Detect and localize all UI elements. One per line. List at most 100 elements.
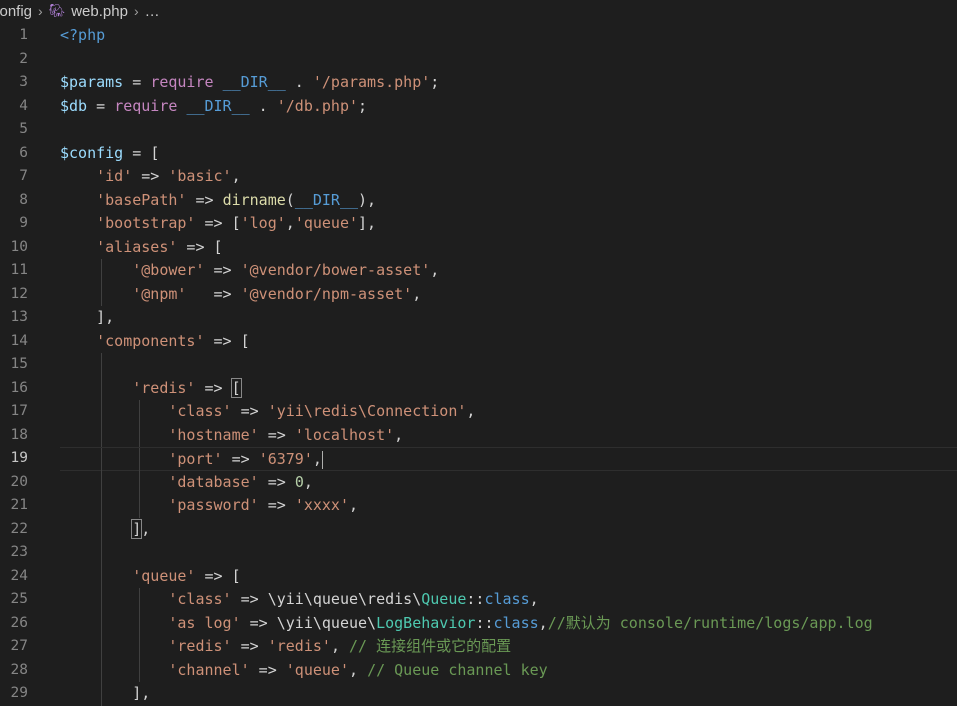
code-line[interactable]: 10 'aliases' => [	[0, 236, 957, 260]
code-line[interactable]: 3 $params = require __DIR__ . '/params.ph…	[0, 71, 957, 95]
breadcrumb-file-web-php[interactable]: web.php	[71, 3, 128, 20]
code-token: '/params.php'	[312, 73, 431, 91]
code-token: ;	[430, 73, 440, 91]
code-token: $params	[60, 73, 124, 91]
code-line[interactable]: 17 'class' => 'yii\redis\Connection',	[0, 400, 957, 424]
code-token: =>	[195, 566, 232, 585]
code-token: ::	[475, 613, 494, 632]
code-line[interactable]: 26 'as log' => \yii\queue\LogBehavior::c…	[0, 611, 957, 635]
code-text: '@npm' => '@vendor/npm-asset',	[60, 283, 421, 307]
chevron-right-icon: ›	[38, 3, 43, 19]
code-line[interactable]: 2	[0, 48, 957, 72]
code-area: 'class' => 'yii\redis\Connection',	[60, 400, 957, 424]
code-token: ,	[394, 425, 404, 444]
line-number: 18	[10, 426, 28, 443]
code-text: 'class' => \yii\queue\redis\Queue::class…	[60, 588, 539, 612]
code-token: 'aliases'	[96, 237, 178, 256]
code-line[interactable]: 8 'basePath' => dirname(__DIR__),	[0, 189, 957, 213]
code-editor[interactable]: 1 <?php 2 3 $params = require __DIR__ . '/pa…	[0, 24, 957, 706]
code-token: ,	[529, 590, 539, 608]
code-area: 'password' => 'xxxx',	[60, 494, 957, 518]
code-line[interactable]: 5	[0, 118, 957, 142]
line-number: 4	[19, 97, 28, 114]
code-line[interactable]: 20 'database' => 0,	[0, 470, 957, 494]
code-text: 'basePath' => dirname(__DIR__),	[60, 189, 376, 213]
code-area: 'as log' => \yii\queue\LogBehavior::clas…	[60, 611, 957, 635]
code-line[interactable]: 7 'id' => 'basic',	[0, 165, 957, 189]
code-area	[60, 118, 957, 142]
code-line[interactable]: 14 'components' => [	[0, 330, 957, 354]
code-token: Queue	[421, 590, 467, 608]
chevron-right-icon: ›	[133, 3, 139, 19]
code-line[interactable]: 28 'channel' => 'queue', // Queue channe…	[0, 658, 957, 682]
code-token: ,	[303, 472, 313, 491]
code-line[interactable]: 9 'bootstrap' => ['log','queue'],	[0, 212, 957, 236]
code-line[interactable]: 11 '@bower' => '@vendor/bower-asset',	[0, 259, 957, 283]
breadcrumb-symbols[interactable]: …	[145, 3, 160, 20]
code-token: =>	[132, 167, 169, 185]
code-line[interactable]: 16 'redis' => [	[0, 376, 957, 401]
code-area	[60, 48, 957, 72]
code-token: =>	[195, 378, 232, 397]
code-token: ,	[430, 261, 440, 279]
code-token: LogBehavior	[376, 613, 476, 632]
code-token: 'database'	[168, 472, 259, 491]
line-number: 26	[10, 614, 28, 631]
code-token: =	[123, 73, 151, 91]
code-line[interactable]: 1 <?php	[0, 24, 957, 48]
code-area: 'queue' => [	[60, 564, 957, 588]
code-token: [	[150, 143, 160, 162]
code-text: 'redis' => [	[60, 377, 242, 401]
code-text: ],	[60, 306, 114, 330]
code-token: dirname	[222, 190, 286, 209]
code-line[interactable]: 18 'hostname' => 'localhost',	[0, 423, 957, 448]
line-number: 27	[10, 638, 28, 654]
code-token: ,	[105, 308, 115, 326]
code-token: $db	[60, 96, 88, 115]
code-line[interactable]: 15	[0, 353, 957, 377]
code-token: =>	[186, 190, 223, 209]
code-line[interactable]: 25 'class' => \yii\queue\redis\Queue::cl…	[0, 588, 957, 612]
code-token: __DIR__	[294, 190, 359, 209]
code-area: ],	[60, 517, 957, 541]
code-token: // Queue channel key	[367, 660, 548, 679]
code-line[interactable]: 6 $config = [	[0, 142, 957, 166]
code-token: 'redis'	[168, 637, 232, 655]
code-token: // 连接组件或它的配置	[349, 637, 512, 655]
code-line[interactable]: 24 'queue' => [	[0, 564, 957, 588]
text-cursor	[321, 450, 323, 469]
code-line[interactable]: 23	[0, 541, 957, 565]
line-number: 1	[19, 27, 28, 43]
breadcrumb-folder-config[interactable]: config	[0, 3, 32, 20]
code-area: $config = [	[60, 142, 957, 166]
code-token: [	[240, 331, 250, 350]
line-number: 19	[10, 450, 28, 466]
code-token: =>	[204, 331, 241, 350]
code-line[interactable]: 12 '@npm' => '@vendor/npm-asset',	[0, 282, 957, 307]
code-line[interactable]: 4 $db = require __DIR__ . '/db.php';	[0, 95, 957, 119]
line-number: 10	[10, 238, 28, 255]
code-token: => \yii\queue\	[240, 613, 377, 632]
code-token: ),	[358, 190, 377, 209]
code-line[interactable]: 19 'port' => '6379',	[0, 447, 957, 472]
code-area: 'basePath' => dirname(__DIR__),	[60, 189, 957, 213]
code-text: '@bower' => '@vendor/bower-asset',	[60, 259, 439, 283]
code-text: 'password' => 'xxxx',	[60, 494, 358, 518]
code-line[interactable]: 22 ],	[0, 517, 957, 541]
code-line[interactable]: 13 ],	[0, 306, 957, 330]
code-token: .	[285, 73, 313, 91]
line-number: 15	[10, 356, 28, 372]
line-number: 11	[10, 262, 28, 278]
code-text: 'hostname' => 'localhost',	[60, 424, 403, 448]
code-line[interactable]: 27 'redis' => 'redis', // 连接组件或它的配置	[0, 635, 957, 659]
code-area: ],	[60, 306, 957, 330]
code-token: 'xxxx'	[294, 496, 349, 514]
code-text: $db = require __DIR__ . '/db.php';	[60, 95, 367, 119]
code-token: =>	[231, 402, 268, 420]
code-token: 'redis'	[267, 637, 331, 655]
code-line[interactable]: 21 'password' => 'xxxx',	[0, 494, 957, 518]
code-token: ],	[132, 684, 151, 702]
code-token: .	[249, 96, 277, 115]
